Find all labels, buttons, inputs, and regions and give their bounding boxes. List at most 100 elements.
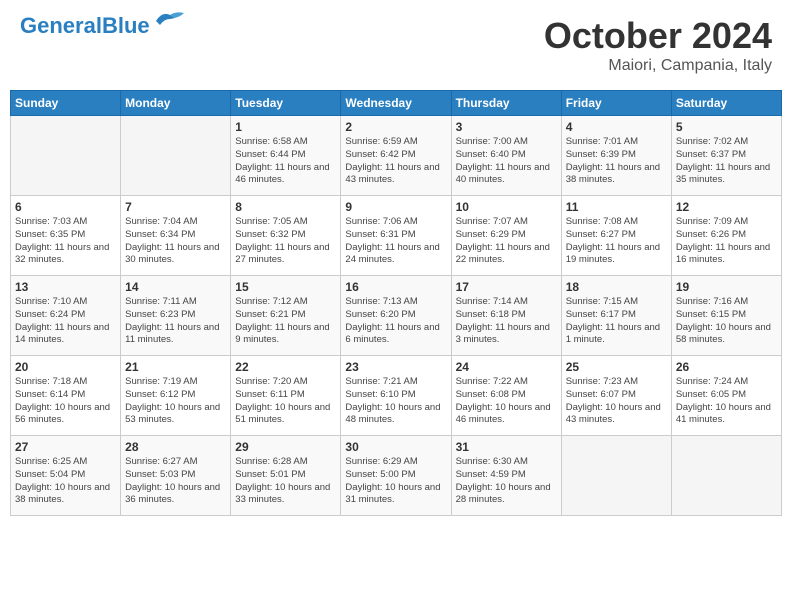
- calendar-cell: 21 Sunrise: 7:19 AMSunset: 6:12 PMDayligh…: [121, 356, 231, 436]
- day-info: Sunrise: 7:02 AMSunset: 6:37 PMDaylight:…: [676, 136, 777, 187]
- day-info: Sunrise: 7:01 AMSunset: 6:39 PMDaylight:…: [566, 136, 667, 187]
- day-info: Sunrise: 7:07 AMSunset: 6:29 PMDaylight:…: [456, 216, 557, 267]
- day-number: 20: [15, 360, 116, 374]
- day-number: 6: [15, 200, 116, 214]
- day-info: Sunrise: 7:09 AMSunset: 6:26 PMDaylight:…: [676, 216, 777, 267]
- calendar-cell: 28Sunrise: 6:27 AMSunset: 5:03 PMDayligh…: [121, 436, 231, 516]
- location: Maiori, Campania, Italy: [544, 57, 772, 75]
- day-of-week-header: Tuesday: [231, 91, 341, 116]
- day-info: Sunrise: 7:20 AMSunset: 6:11 PMDaylight:…: [235, 376, 336, 427]
- calendar-cell: 29 Sunrise: 6:28 AMSunset: 5:01 PMDayligh…: [231, 436, 341, 516]
- day-info: Sunrise: 7:24 AMSunset: 6:05 PMDaylight:…: [676, 376, 777, 427]
- day-number: 31: [456, 440, 557, 454]
- day-number: 21: [125, 360, 226, 374]
- calendar-cell: 24 Sunrise: 7:22 AMSunset: 6:08 PMDayligh…: [451, 356, 561, 436]
- day-of-week-header: Sunday: [11, 91, 121, 116]
- day-number: 26: [676, 360, 777, 374]
- logo-general: General: [20, 13, 102, 38]
- calendar-cell: 12 Sunrise: 7:09 AMSunset: 6:26 PMDayligh…: [671, 196, 781, 276]
- day-info: Sunrise: 7:05 AMSunset: 6:32 PMDaylight:…: [235, 216, 336, 267]
- day-number: 11: [566, 200, 667, 214]
- calendar-cell: [11, 116, 121, 196]
- calendar-cell: 19 Sunrise: 7:16 AMSunset: 6:15 PMDayligh…: [671, 276, 781, 356]
- calendar-cell: 4 Sunrise: 7:01 AMSunset: 6:39 PMDaylight…: [561, 116, 671, 196]
- day-info: Sunrise: 6:58 AMSunset: 6:44 PMDaylight:…: [235, 136, 336, 187]
- calendar-cell: 22 Sunrise: 7:20 AMSunset: 6:11 PMDayligh…: [231, 356, 341, 436]
- calendar-cell: 8 Sunrise: 7:05 AMSunset: 6:32 PMDaylight…: [231, 196, 341, 276]
- calendar-cell: 20 Sunrise: 7:18 AMSunset: 6:14 PMDayligh…: [11, 356, 121, 436]
- day-number: 22: [235, 360, 336, 374]
- day-number: 2: [345, 120, 446, 134]
- day-number: 1: [235, 120, 336, 134]
- day-info: Sunrise: 6:25 AMSunset: 5:04 PMDaylight:…: [15, 456, 116, 507]
- day-info: Sunrise: 7:00 AMSunset: 6:40 PMDaylight:…: [456, 136, 557, 187]
- day-number: 17: [456, 280, 557, 294]
- day-info: Sunrise: 7:10 AMSunset: 6:24 PMDaylight:…: [15, 296, 116, 347]
- logo-bird-icon: [154, 9, 186, 36]
- day-number: 13: [15, 280, 116, 294]
- day-number: 10: [456, 200, 557, 214]
- day-info: Sunrise: 7:18 AMSunset: 6:14 PMDaylight:…: [15, 376, 116, 427]
- calendar-cell: [561, 436, 671, 516]
- calendar-cell: 6 Sunrise: 7:03 AMSunset: 6:35 PMDaylight…: [11, 196, 121, 276]
- day-info: Sunrise: 7:16 AMSunset: 6:15 PMDaylight:…: [676, 296, 777, 347]
- day-number: 15: [235, 280, 336, 294]
- day-number: 14: [125, 280, 226, 294]
- calendar-cell: 23Sunrise: 7:21 AMSunset: 6:10 PMDayligh…: [341, 356, 451, 436]
- day-number: 9: [345, 200, 446, 214]
- calendar-cell: 26 Sunrise: 7:24 AMSunset: 6:05 PMDayligh…: [671, 356, 781, 436]
- day-number: 27: [15, 440, 116, 454]
- day-number: 18: [566, 280, 667, 294]
- calendar-cell: 3 Sunrise: 7:00 AMSunset: 6:40 PMDaylight…: [451, 116, 561, 196]
- logo-text: GeneralBlue: [20, 13, 150, 38]
- day-number: 7: [125, 200, 226, 214]
- calendar-cell: 25 Sunrise: 7:23 AMSunset: 6:07 PMDayligh…: [561, 356, 671, 436]
- day-info: Sunrise: 7:13 AMSunset: 6:20 PMDaylight:…: [345, 296, 446, 347]
- day-number: 19: [676, 280, 777, 294]
- day-number: 16: [345, 280, 446, 294]
- day-info: Sunrise: 7:04 AMSunset: 6:34 PMDaylight:…: [125, 216, 226, 267]
- title-area: October 2024 Maiori, Campania, Italy: [544, 15, 772, 75]
- calendar-cell: 11 Sunrise: 7:08 AMSunset: 6:27 PMDayligh…: [561, 196, 671, 276]
- calendar-cell: 31 Sunrise: 6:30 AMSunset: 4:59 PMDayligh…: [451, 436, 561, 516]
- calendar-cell: [121, 116, 231, 196]
- day-info: Sunrise: 6:27 AMSunset: 5:03 PMDaylight:…: [125, 456, 226, 507]
- calendar-cell: 14Sunrise: 7:11 AMSunset: 6:23 PMDayligh…: [121, 276, 231, 356]
- day-info: Sunrise: 7:14 AMSunset: 6:18 PMDaylight:…: [456, 296, 557, 347]
- calendar-table: SundayMondayTuesdayWednesdayThursdayFrid…: [10, 90, 782, 516]
- day-number: 3: [456, 120, 557, 134]
- day-number: 8: [235, 200, 336, 214]
- day-number: 12: [676, 200, 777, 214]
- day-number: 24: [456, 360, 557, 374]
- logo: GeneralBlue: [20, 15, 186, 38]
- page-header: GeneralBlue October 2024 Maiori, Campani…: [10, 10, 782, 80]
- day-info: Sunrise: 7:19 AMSunset: 6:12 PMDaylight:…: [125, 376, 226, 427]
- day-of-week-header: Monday: [121, 91, 231, 116]
- logo-blue: Blue: [102, 13, 150, 38]
- calendar-cell: [671, 436, 781, 516]
- day-info: Sunrise: 6:28 AMSunset: 5:01 PMDaylight:…: [235, 456, 336, 507]
- day-number: 23: [345, 360, 446, 374]
- day-info: Sunrise: 7:23 AMSunset: 6:07 PMDaylight:…: [566, 376, 667, 427]
- day-info: Sunrise: 7:22 AMSunset: 6:08 PMDaylight:…: [456, 376, 557, 427]
- day-info: Sunrise: 6:30 AMSunset: 4:59 PMDaylight:…: [456, 456, 557, 507]
- calendar-cell: 13 Sunrise: 7:10 AMSunset: 6:24 PMDayligh…: [11, 276, 121, 356]
- month-title: October 2024: [544, 15, 772, 57]
- day-info: Sunrise: 6:29 AMSunset: 5:00 PMDaylight:…: [345, 456, 446, 507]
- calendar-cell: 15 Sunrise: 7:12 AMSunset: 6:21 PMDayligh…: [231, 276, 341, 356]
- day-info: Sunrise: 7:15 AMSunset: 6:17 PMDaylight:…: [566, 296, 667, 347]
- day-of-week-header: Wednesday: [341, 91, 451, 116]
- calendar-cell: 27 Sunrise: 6:25 AMSunset: 5:04 PMDayligh…: [11, 436, 121, 516]
- calendar-cell: 1 Sunrise: 6:58 AMSunset: 6:44 PMDaylight…: [231, 116, 341, 196]
- day-info: Sunrise: 7:03 AMSunset: 6:35 PMDaylight:…: [15, 216, 116, 267]
- calendar-cell: 30 Sunrise: 6:29 AMSunset: 5:00 PMDayligh…: [341, 436, 451, 516]
- day-info: Sunrise: 7:12 AMSunset: 6:21 PMDaylight:…: [235, 296, 336, 347]
- day-number: 30: [345, 440, 446, 454]
- day-number: 25: [566, 360, 667, 374]
- day-number: 29: [235, 440, 336, 454]
- calendar-cell: 10 Sunrise: 7:07 AMSunset: 6:29 PMDayligh…: [451, 196, 561, 276]
- calendar-cell: 18 Sunrise: 7:15 AMSunset: 6:17 PMDayligh…: [561, 276, 671, 356]
- day-number: 4: [566, 120, 667, 134]
- day-info: Sunrise: 7:08 AMSunset: 6:27 PMDaylight:…: [566, 216, 667, 267]
- calendar-cell: 9Sunrise: 7:06 AMSunset: 6:31 PMDaylight…: [341, 196, 451, 276]
